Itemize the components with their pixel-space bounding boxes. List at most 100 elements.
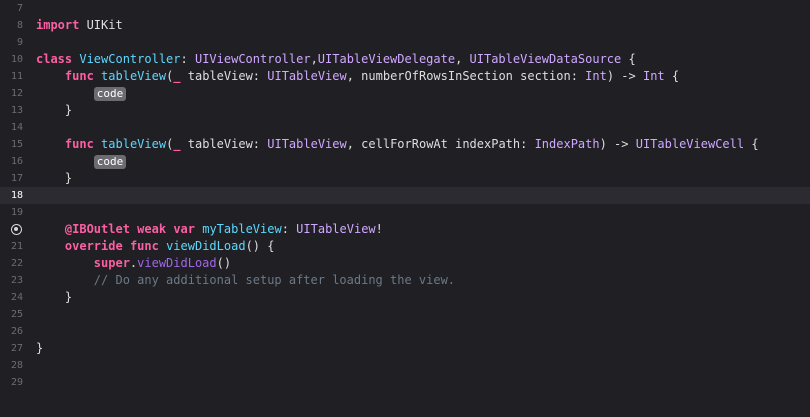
line-number: 14 <box>10 122 23 133</box>
code-token: super <box>93 256 130 270</box>
code-line[interactable]: 10 class ViewController: UIViewController… <box>0 51 810 68</box>
code-text: @IBOutlet weak var myTableView: UITableV… <box>36 221 383 238</box>
code-text: } <box>36 170 72 187</box>
code-token: tableView <box>101 69 167 83</box>
code-token: UITableView <box>267 137 347 151</box>
code-line[interactable]: 22 super.viewDidLoad() <box>0 255 810 272</box>
line-number: 7 <box>16 3 23 14</box>
code-token: UITableViewCell <box>635 137 745 151</box>
code-token: // Do any additional setup after loading… <box>36 273 456 287</box>
code-line[interactable]: 16 code <box>0 153 810 170</box>
code-line[interactable]: 14 <box>0 119 810 136</box>
code-token: } <box>36 103 73 117</box>
outlet-connection-icon[interactable] <box>11 224 22 235</box>
line-number: 8 <box>16 20 23 31</box>
code-token: UIViewController <box>194 52 311 66</box>
code-text: code <box>36 153 127 170</box>
code-text: super.viewDidLoad() <box>36 255 231 272</box>
line-number: 16 <box>10 156 23 167</box>
code-token: () { <box>245 239 275 253</box>
code-line[interactable]: 17 } <box>0 170 810 187</box>
code-text: func tableView(_ tableView: UITableView,… <box>36 136 759 153</box>
code-token: ViewController <box>79 52 181 66</box>
code-token: tableView: <box>180 69 268 83</box>
code-token: _ <box>173 69 181 83</box>
line-number: 24 <box>10 292 23 303</box>
code-line[interactable]: 9 <box>0 34 810 51</box>
line-number: 15 <box>10 139 23 150</box>
code-placeholder[interactable]: code <box>93 155 127 169</box>
code-line[interactable]: 26 <box>0 323 810 340</box>
code-token: () <box>216 256 232 270</box>
code-text: override func viewDidLoad() { <box>36 238 275 255</box>
code-token: } <box>36 171 73 185</box>
code-token: func <box>64 69 94 83</box>
code-text: } <box>36 102 72 119</box>
line-number: 26 <box>10 326 23 337</box>
code-token: tableView: <box>180 137 268 151</box>
code-text: // Do any additional setup after loading… <box>36 272 455 289</box>
line-number: 27 <box>10 343 23 354</box>
code-line[interactable]: 25 <box>0 306 810 323</box>
code-token: UITableView <box>296 222 376 236</box>
line-number: 19 <box>10 207 23 218</box>
code-line[interactable]: 13 } <box>0 102 810 119</box>
code-token: UITableViewDataSource <box>469 52 622 66</box>
code-token: func <box>129 239 159 253</box>
code-token: UIKit <box>79 18 123 32</box>
code-text: import UIKit <box>36 17 123 34</box>
code-token: @IBOutlet <box>64 222 130 236</box>
code-line[interactable]: 29 <box>0 374 810 391</box>
code-token: { <box>664 69 680 83</box>
code-line[interactable]: 24 } <box>0 289 810 306</box>
line-number: 23 <box>10 275 23 286</box>
code-token: { <box>621 52 636 66</box>
code-line[interactable]: 11 func tableView(_ tableView: UITableVi… <box>0 68 810 85</box>
code-line[interactable]: 15 func tableView(_ tableView: UITableVi… <box>0 136 810 153</box>
code-line[interactable]: 8 import UIKit <box>0 17 810 34</box>
line-number: 18 <box>10 190 23 201</box>
code-token: ) -> <box>606 69 643 83</box>
code-editor[interactable]: 7 8 import UIKit 9 10 class ViewController: U… <box>0 0 810 417</box>
code-line[interactable]: 12 code <box>0 85 810 102</box>
code-text: func tableView(_ tableView: UITableView,… <box>36 68 679 85</box>
code-line[interactable]: 18 <box>0 187 810 204</box>
code-text: } <box>36 340 43 357</box>
code-line[interactable]: 27} <box>0 340 810 357</box>
code-line[interactable]: 19 <box>0 204 810 221</box>
code-line[interactable]: @IBOutlet weak var myTableView: UITableV… <box>0 221 810 238</box>
line-number: 25 <box>10 309 23 320</box>
code-token: , <box>455 52 470 66</box>
line-number: 28 <box>10 360 23 371</box>
code-token: class <box>36 52 73 66</box>
code-token: IndexPath <box>534 137 600 151</box>
line-number: 21 <box>10 241 23 252</box>
code-token: UITableView <box>267 69 347 83</box>
code-line[interactable]: 7 <box>0 0 810 17</box>
code-token: import <box>36 18 80 32</box>
line-number: 9 <box>16 37 23 48</box>
line-number: 22 <box>10 258 23 269</box>
code-text: code <box>36 85 127 102</box>
code-line[interactable]: 23 // Do any additional setup after load… <box>0 272 810 289</box>
code-placeholder[interactable]: code <box>93 87 127 101</box>
line-number: 11 <box>10 71 23 82</box>
code-token: , <box>310 52 318 66</box>
code-token: viewDidLoad <box>166 239 246 253</box>
code-token: ) -> <box>599 137 636 151</box>
code-token: : <box>281 222 297 236</box>
code-token: } <box>36 290 73 304</box>
line-number: 17 <box>10 173 23 184</box>
code-token: Int <box>585 69 607 83</box>
code-line[interactable]: 21 override func viewDidLoad() { <box>0 238 810 255</box>
code-token: weak <box>137 222 167 236</box>
code-line[interactable]: 28 <box>0 357 810 374</box>
line-number: 12 <box>10 88 23 99</box>
